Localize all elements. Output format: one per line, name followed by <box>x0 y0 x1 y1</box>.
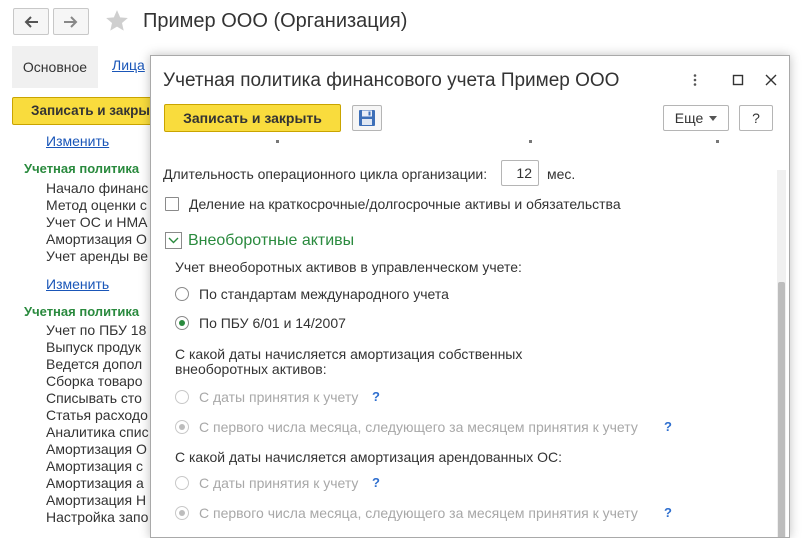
section-title: Учетная политика <box>24 304 140 319</box>
list-item: Сборка товаро <box>46 373 143 389</box>
accounting-policy-dialog: Учетная политика финансового учета Приме… <box>150 55 790 538</box>
help-button[interactable]: ? <box>739 105 773 131</box>
clipped-control-edge <box>529 140 532 143</box>
cycle-unit-label: мес. <box>547 166 576 182</box>
lease-depreciation-label: С какой даты начисляется амортизация аре… <box>175 449 562 465</box>
list-item: Учет ОС и НМА <box>46 214 148 230</box>
arrow-left-icon <box>24 15 38 28</box>
floppy-disk-icon <box>359 110 375 126</box>
list-item: Амортизация а <box>46 475 144 491</box>
form-content: Длительность операционного цикла организ… <box>151 140 773 537</box>
more-label: Еще <box>674 110 704 126</box>
list-item: Списывать сто <box>46 390 142 406</box>
caret-down-icon <box>709 115 718 121</box>
list-item: Амортизация О <box>46 231 147 247</box>
section-title: Учетная политика <box>24 161 140 176</box>
list-item: Амортизация Н <box>46 492 147 508</box>
help-question-icon[interactable]: ? <box>372 389 380 404</box>
lease-depr-next-month-radio[interactable] <box>175 506 189 520</box>
help-question-icon[interactable]: ? <box>664 505 672 520</box>
noncurrent-assets-group-title[interactable]: Внеоборотные активы <box>188 232 354 250</box>
arrow-right-icon <box>64 15 78 28</box>
list-item: Учет аренды ве <box>46 248 149 264</box>
cycle-duration-label: Длительность операционного цикла организ… <box>163 166 488 182</box>
window-title: Пример ООО (Организация) <box>143 10 408 32</box>
forward-button[interactable] <box>53 8 89 35</box>
clipped-control-edge <box>716 140 719 143</box>
list-item: Выпуск продук <box>46 339 141 355</box>
lease-depr-acceptance-radio[interactable] <box>175 476 189 490</box>
mgmt-pbu-label[interactable]: По ПБУ 6/01 и 14/2007 <box>199 315 346 331</box>
mgmt-ifrs-label[interactable]: По стандартам международного учета <box>199 286 449 302</box>
scrollbar-thumb[interactable] <box>778 282 785 537</box>
star-icon[interactable] <box>104 8 130 34</box>
chevron-down-icon <box>168 237 179 244</box>
tab-main[interactable]: Основное <box>12 46 98 88</box>
maximize-button[interactable] <box>726 68 750 92</box>
change-link[interactable]: Изменить <box>46 133 109 149</box>
own-depreciation-label-line1: С какой даты начисляется амортизация соб… <box>175 346 523 362</box>
back-button[interactable] <box>13 8 49 35</box>
cycle-duration-input[interactable] <box>501 160 539 186</box>
split-assets-checkbox[interactable] <box>165 197 179 211</box>
lease-depr-acceptance-label[interactable]: С даты принятия к учету <box>199 475 358 491</box>
own-depr-acceptance-radio[interactable] <box>175 390 189 404</box>
bg-save-close-button[interactable]: Записать и закрыть <box>12 97 162 125</box>
own-depr-acceptance-label[interactable]: С даты принятия к учету <box>199 389 358 405</box>
help-question-icon[interactable]: ? <box>372 475 380 490</box>
save-and-close-button[interactable]: Записать и закрыть <box>164 104 341 132</box>
mgmt-ifrs-radio[interactable] <box>175 287 189 301</box>
mgmt-accounting-label: Учет внеоборотных активов в управленческ… <box>175 259 522 275</box>
mgmt-pbu-radio[interactable] <box>175 316 189 330</box>
own-depr-next-month-label[interactable]: С первого числа месяца, следующего за ме… <box>199 419 638 435</box>
list-item: Аналитика спис <box>46 424 149 440</box>
maximize-icon <box>732 74 744 86</box>
list-item: Амортизация О <box>46 441 147 457</box>
list-item: Учет по ПБУ 18 <box>46 322 147 338</box>
dialog-title: Учетная политика финансового учета Приме… <box>163 70 620 91</box>
change-link[interactable]: Изменить <box>46 276 109 292</box>
noncurrent-assets-group-toggle[interactable] <box>165 232 182 249</box>
vertical-dots-icon <box>693 74 697 86</box>
list-item: Метод оценки с <box>46 197 147 213</box>
more-dropdown-button[interactable]: Еще <box>663 105 729 131</box>
help-question-icon[interactable]: ? <box>664 419 672 434</box>
own-depreciation-label-line2: внеоборотных активов: <box>175 361 327 377</box>
lease-depr-next-month-label[interactable]: С первого числа месяца, следующего за ме… <box>199 505 638 521</box>
tab-persons[interactable]: Лица <box>112 57 145 73</box>
clipped-control-edge <box>276 140 279 143</box>
close-icon <box>765 74 777 86</box>
list-item: Статья расходо <box>46 407 148 423</box>
close-button[interactable] <box>759 68 783 92</box>
split-assets-label: Деление на краткосрочные/долгосрочные ак… <box>189 196 621 212</box>
list-item: Амортизация с <box>46 458 143 474</box>
more-actions-button[interactable] <box>683 68 707 92</box>
list-item: Настройка запо <box>46 509 149 525</box>
vertical-scrollbar[interactable] <box>777 170 786 537</box>
list-item: Ведется допол <box>46 356 143 372</box>
list-item: Начало финанс <box>46 180 149 196</box>
own-depr-next-month-radio[interactable] <box>175 420 189 434</box>
save-button[interactable] <box>352 105 382 131</box>
